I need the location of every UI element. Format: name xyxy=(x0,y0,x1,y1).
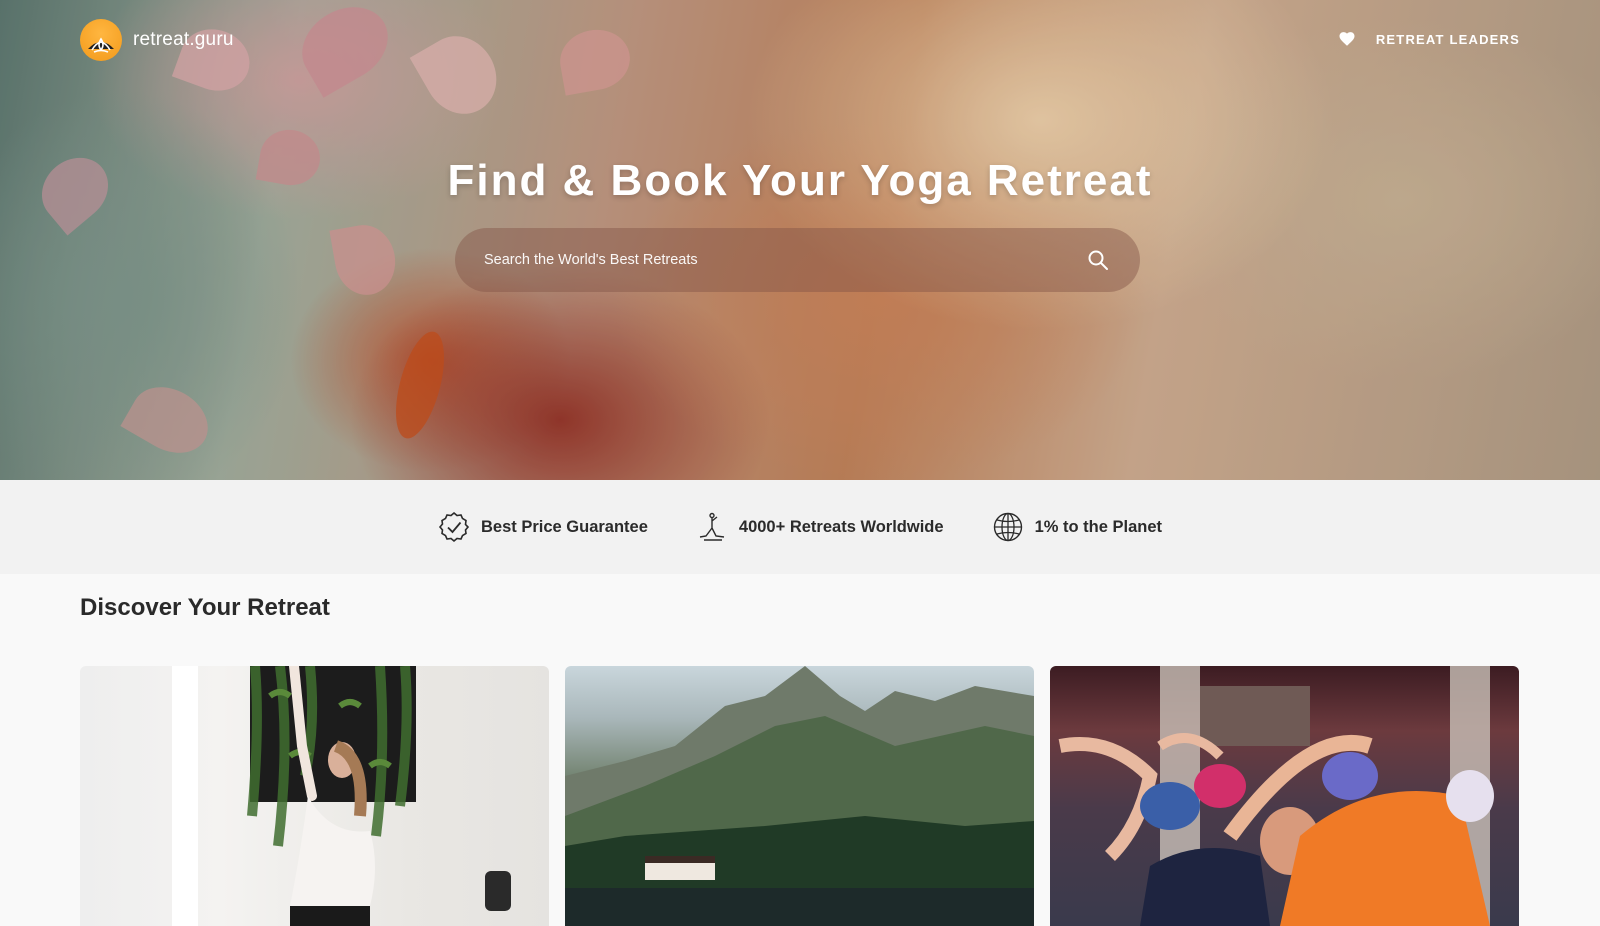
hero-banner: retreat.guru RETREAT LEADERS Find & Book… xyxy=(0,0,1600,480)
woman-yoga-pose-image xyxy=(172,666,511,926)
site-logo[interactable]: retreat.guru xyxy=(80,19,234,61)
yoga-pose-icon xyxy=(699,512,724,541)
retreat-cards xyxy=(80,666,1520,926)
check-badge-icon xyxy=(438,511,470,543)
features-bar: Best Price Guarantee 4000+ Retreats Worl… xyxy=(0,480,1600,574)
yoga-class-stretching-image xyxy=(1058,666,1494,926)
heart-icon[interactable] xyxy=(1338,30,1356,48)
mountain-lake-image xyxy=(565,666,1034,926)
feature-retreats-worldwide: 4000+ Retreats Worldwide xyxy=(696,511,944,543)
feature-planet: 1% to the Planet xyxy=(992,511,1162,543)
retreat-card-yoga-class[interactable] xyxy=(1050,666,1519,926)
page-title: Find & Book Your Yoga Retreat xyxy=(447,156,1153,205)
retreat-card-yoga-woman[interactable] xyxy=(80,666,549,926)
retreat-leaders-link[interactable]: RETREAT LEADERS xyxy=(1376,32,1520,47)
globe-icon xyxy=(993,512,1022,542)
retreat-card-mountains[interactable] xyxy=(565,666,1034,926)
search-input[interactable] xyxy=(484,252,1086,268)
search-bar xyxy=(455,228,1140,292)
search-icon[interactable] xyxy=(1086,248,1110,272)
section-title: Discover Your Retreat xyxy=(80,594,330,621)
feature-label: 1% to the Planet xyxy=(1034,517,1163,536)
feature-label: 4000+ Retreats Worldwide xyxy=(738,517,944,536)
feature-label: Best Price Guarantee xyxy=(480,517,648,536)
feature-best-price: Best Price Guarantee xyxy=(438,511,648,543)
top-nav: RETREAT LEADERS xyxy=(1338,30,1520,48)
logo-text: retreat.guru xyxy=(133,29,234,50)
lotus-sun-logo-icon xyxy=(80,19,122,61)
